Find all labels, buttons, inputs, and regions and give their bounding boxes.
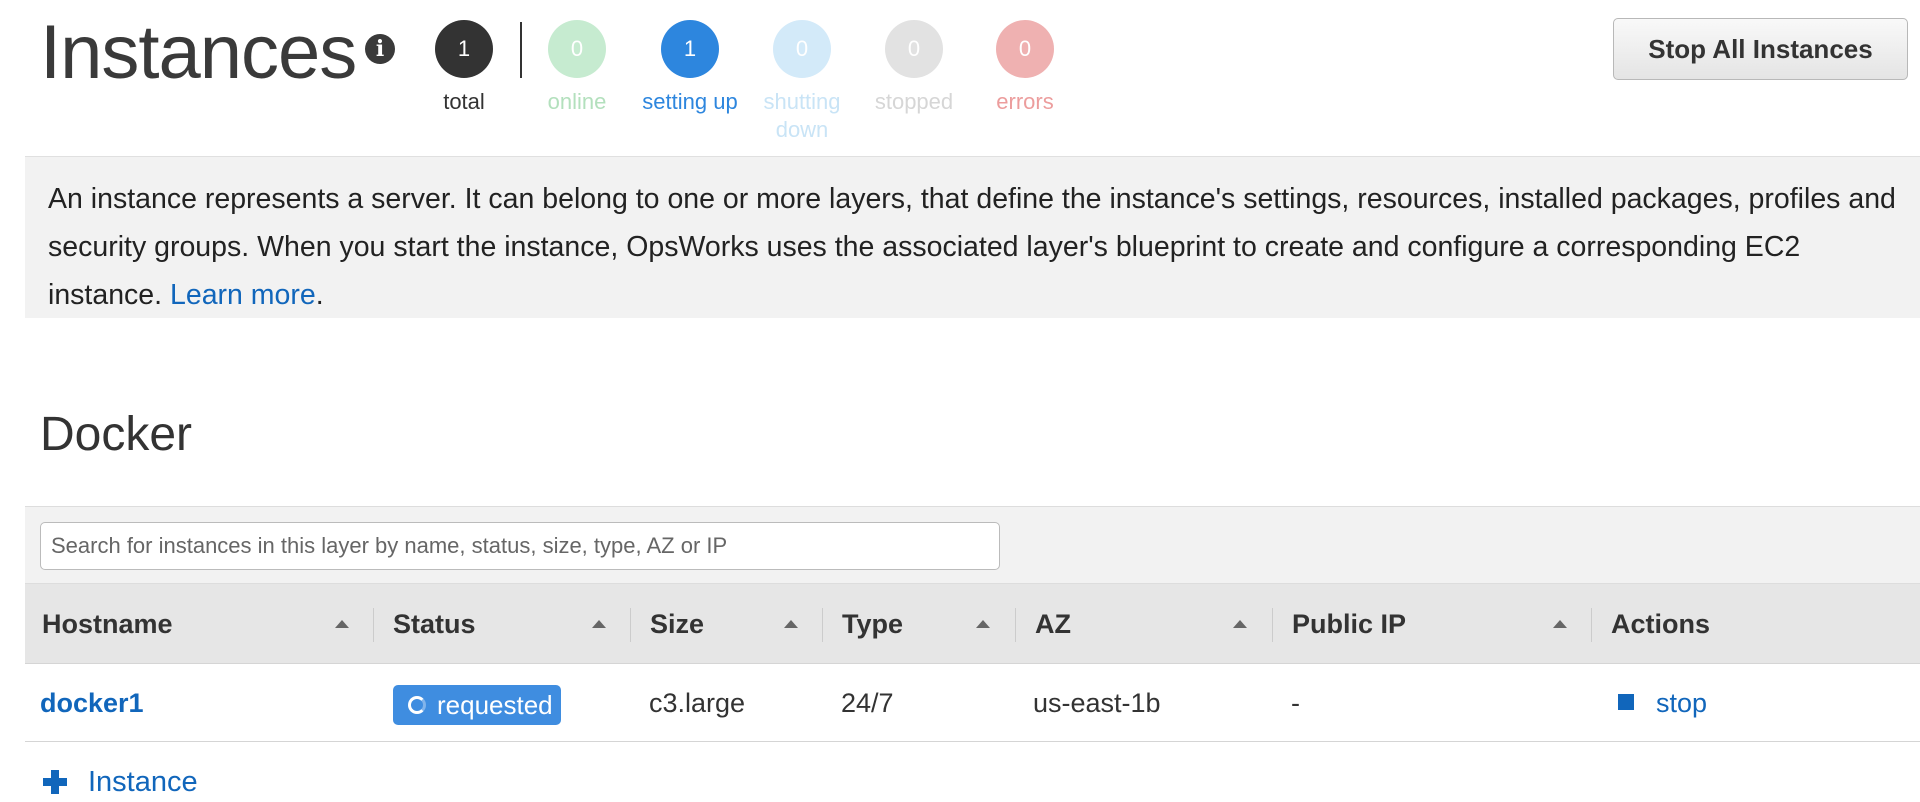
search-input[interactable] xyxy=(40,522,1000,570)
table-row: docker1 requested c3.large 24/7 us-east-… xyxy=(25,664,1920,742)
counter-online-circle: 0 xyxy=(548,20,606,78)
counter-shutting-down-circle: 0 xyxy=(773,20,831,78)
counter-errors[interactable]: 0 errors xyxy=(970,20,1080,116)
column-label-type: Type xyxy=(842,609,904,639)
column-header-az[interactable]: AZ xyxy=(1035,584,1071,664)
table-header: Hostname Status Size Type AZ Public IP A… xyxy=(25,584,1920,664)
column-label-status: Status xyxy=(393,609,476,639)
counter-setting-up-label: setting up xyxy=(642,89,738,114)
column-header-type[interactable]: Type xyxy=(842,584,903,664)
cell-az: us-east-1b xyxy=(1033,688,1161,718)
page-title: Instances xyxy=(40,10,357,95)
info-circle-icon[interactable]: i xyxy=(365,34,395,64)
column-header-status[interactable]: Status xyxy=(393,584,476,664)
counter-total-label: total xyxy=(443,89,485,114)
plus-icon xyxy=(43,770,67,794)
learn-more-link[interactable]: Learn more xyxy=(170,279,316,311)
cell-type: 24/7 xyxy=(841,688,894,718)
spinner-icon xyxy=(408,696,426,714)
counter-stopped-label: stopped xyxy=(874,89,954,114)
column-header-hostname[interactable]: Hostname xyxy=(42,584,173,664)
sort-asc-icon[interactable] xyxy=(1553,620,1567,628)
column-divider xyxy=(822,608,823,642)
info-panel: An instance represents a server. It can … xyxy=(25,156,1920,318)
column-label-az: AZ xyxy=(1035,609,1071,639)
column-label-public-ip: Public IP xyxy=(1292,609,1407,639)
counter-online-label: online xyxy=(547,89,607,114)
column-label-hostname: Hostname xyxy=(42,609,173,639)
cell-actions: stop xyxy=(1656,664,1707,742)
status-label: requested xyxy=(437,690,553,720)
counter-errors-circle: 0 xyxy=(996,20,1054,78)
cell-hostname: docker1 xyxy=(40,664,144,742)
hostname-link[interactable]: docker1 xyxy=(40,688,144,718)
column-divider xyxy=(630,608,631,642)
counter-stopped[interactable]: 0 stopped xyxy=(859,20,969,116)
sort-asc-icon[interactable] xyxy=(784,620,798,628)
counter-setting-up[interactable]: 1 setting up xyxy=(635,20,745,116)
sort-asc-icon[interactable] xyxy=(592,620,606,628)
column-divider xyxy=(373,608,374,642)
stop-all-instances-button[interactable]: Stop All Instances xyxy=(1613,18,1908,80)
stop-square-icon[interactable] xyxy=(1618,694,1634,710)
stop-link[interactable]: stop xyxy=(1656,688,1707,718)
column-divider xyxy=(1591,608,1592,642)
counter-total-circle: 1 xyxy=(435,20,493,78)
counter-shutting-down[interactable]: 0 shutting down xyxy=(747,20,857,144)
column-divider xyxy=(1015,608,1016,642)
sort-asc-icon[interactable] xyxy=(335,620,349,628)
cell-size: c3.large xyxy=(649,688,746,718)
status-badge: requested xyxy=(393,685,561,725)
column-header-size[interactable]: Size xyxy=(650,584,704,664)
info-description: An instance represents a server. It can … xyxy=(48,175,1920,319)
info-text: An instance represents a server. It can … xyxy=(48,183,1896,311)
add-instance-label: Instance xyxy=(88,766,198,798)
counter-online[interactable]: 0 online xyxy=(522,20,632,116)
counter-total[interactable]: 1 total xyxy=(409,20,519,116)
counter-errors-label: errors xyxy=(996,89,1054,114)
counter-stopped-circle: 0 xyxy=(885,20,943,78)
column-divider xyxy=(1272,608,1273,642)
sort-asc-icon[interactable] xyxy=(1233,620,1247,628)
info-suffix: . xyxy=(315,279,324,311)
column-header-public-ip[interactable]: Public IP xyxy=(1292,584,1406,664)
column-header-actions: Actions xyxy=(1611,584,1710,664)
cell-public-ip: - xyxy=(1291,688,1300,718)
counter-setting-up-circle: 1 xyxy=(661,20,719,78)
counter-shutting-down-label: shutting down xyxy=(763,89,841,142)
column-label-size: Size xyxy=(650,609,705,639)
column-label-actions: Actions xyxy=(1611,609,1711,639)
search-bar xyxy=(25,506,1920,584)
layer-title: Docker xyxy=(40,408,193,461)
sort-asc-icon[interactable] xyxy=(976,620,990,628)
